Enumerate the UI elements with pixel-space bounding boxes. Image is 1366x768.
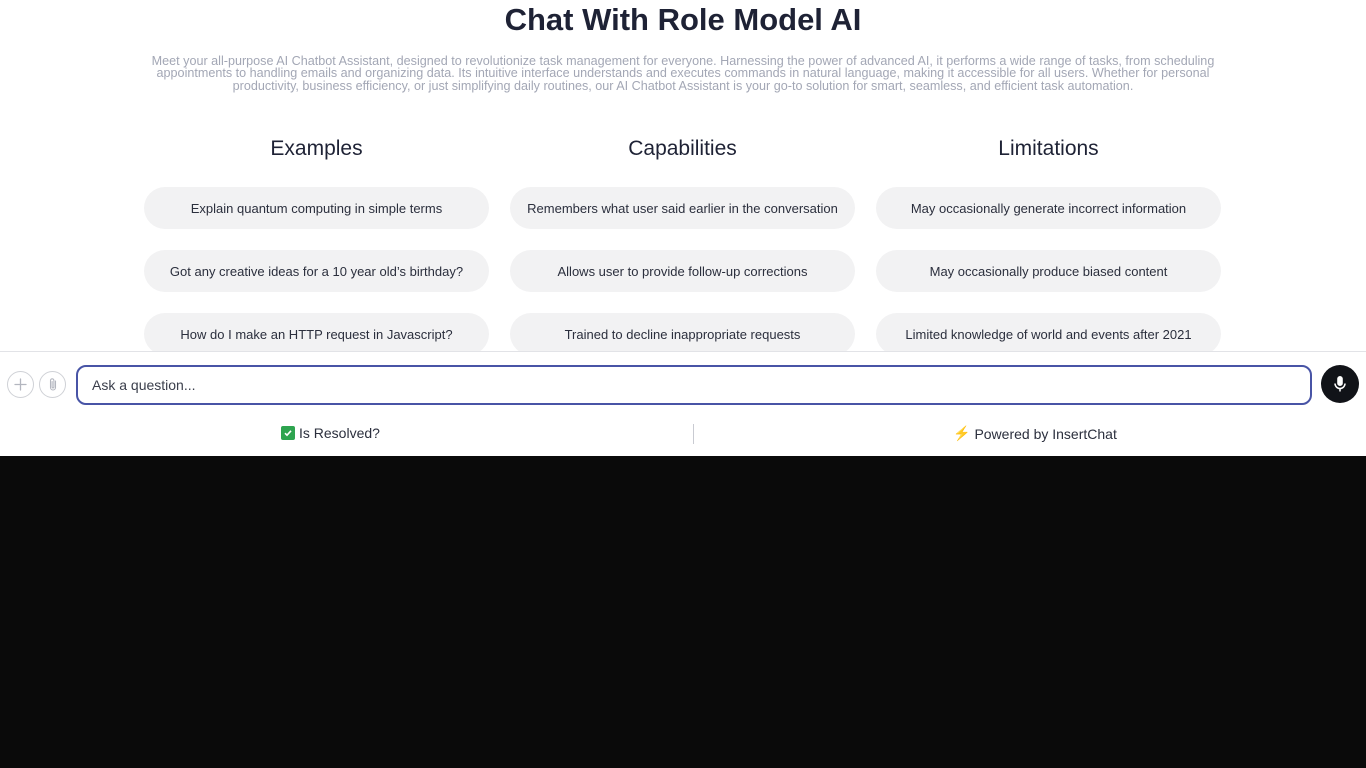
footer-divider (693, 424, 694, 444)
capabilities-heading: Capabilities (628, 137, 737, 160)
page-title: Chat With Role Model AI (504, 2, 862, 37)
capability-item[interactable]: Trained to decline inappropriate request… (510, 313, 855, 351)
resolved-label: Is Resolved? (299, 425, 380, 441)
limitations-heading: Limitations (998, 137, 1099, 160)
lightning-icon: ⚡ (953, 425, 971, 441)
limitation-item[interactable]: May occasionally produce biased content (876, 250, 1221, 292)
example-prompt-button[interactable]: Explain quantum computing in simple term… (144, 187, 489, 229)
example-prompt-button[interactable]: How do I make an HTTP request in Javascr… (144, 313, 489, 351)
chat-panel: Chat With Role Model AI Meet your all-pu… (0, 0, 1366, 456)
limitation-item[interactable]: May occasionally generate incorrect info… (876, 187, 1221, 229)
add-button[interactable] (7, 371, 34, 398)
examples-heading: Examples (270, 137, 363, 160)
powered-label: Powered by InsertChat (974, 425, 1117, 442)
voice-button[interactable] (1321, 365, 1359, 403)
capability-item[interactable]: Allows user to provide follow-up correct… (510, 250, 855, 292)
check-icon (281, 426, 295, 440)
welcome-area: Chat With Role Model AI Meet your all-pu… (0, 0, 1366, 351)
limitation-item[interactable]: Limited knowledge of world and events af… (876, 313, 1221, 351)
paperclip-icon (49, 378, 56, 391)
page-description: Meet your all-purpose AI Chatbot Assista… (151, 54, 1215, 93)
question-input[interactable] (78, 367, 1310, 403)
question-input-wrapper (76, 365, 1312, 405)
plus-icon (14, 378, 27, 391)
powered-by-link[interactable]: ⚡ Powered by InsertChat (953, 425, 1117, 442)
resolved-button[interactable]: Is Resolved? (281, 425, 380, 441)
microphone-icon (1334, 376, 1346, 392)
page-background (0, 456, 1366, 768)
example-prompt-button[interactable]: Got any creative ideas for a 10 year old… (144, 250, 489, 292)
capability-item[interactable]: Remembers what user said earlier in the … (510, 187, 855, 229)
composer-divider (0, 351, 1366, 352)
attach-button[interactable] (39, 371, 66, 398)
